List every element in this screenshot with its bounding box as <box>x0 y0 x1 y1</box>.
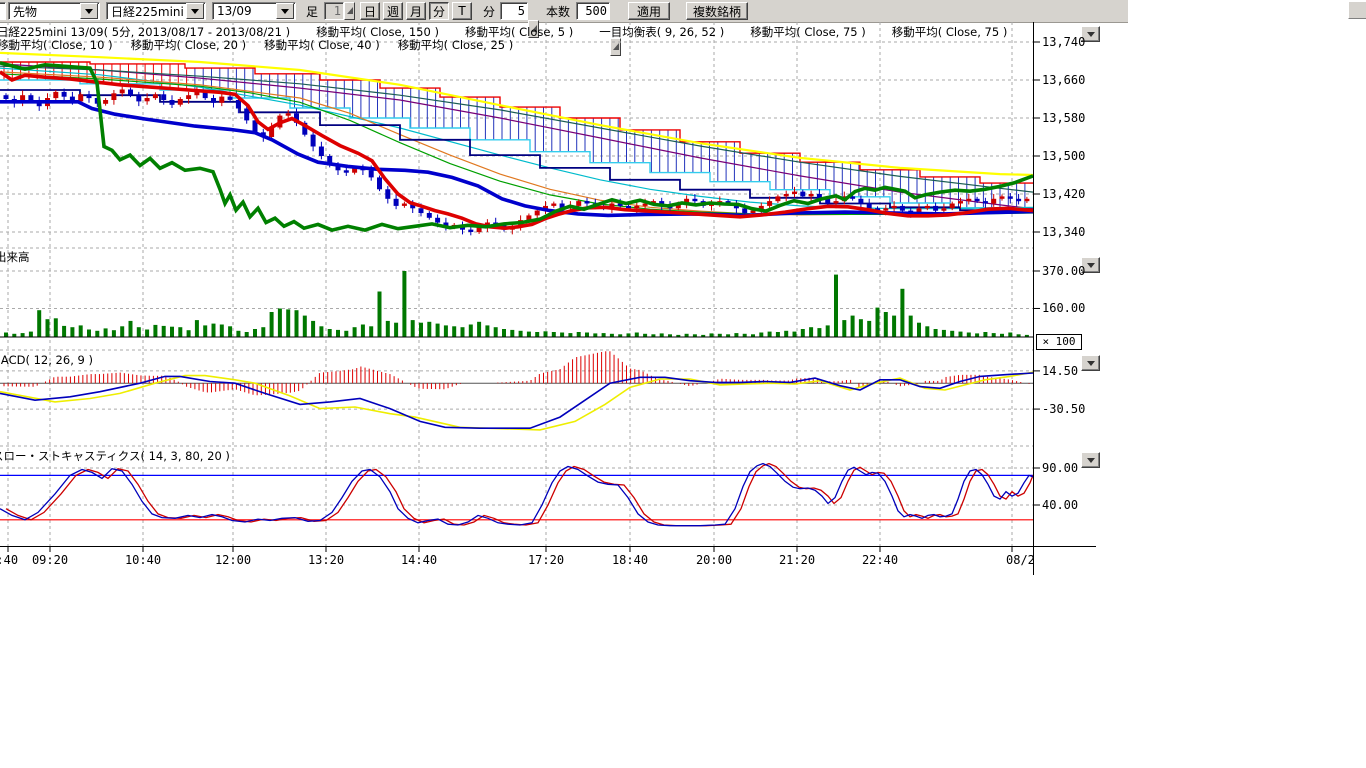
macd-label: MACD( 12, 26, 9 ) <box>0 353 93 367</box>
y-axis-tick-label: 370.00 <box>1042 264 1085 278</box>
y-axis-tick-label: 13,580 <box>1042 111 1085 125</box>
x-axis-tick-label: 10:40 <box>121 553 165 568</box>
x-axis-tick-label: 18:40 <box>608 553 652 568</box>
y-axis-tick-label: 13,340 <box>1042 225 1085 239</box>
chevron-down-icon <box>1087 458 1095 463</box>
y-axis-tick-label: 13,660 <box>1042 73 1085 87</box>
legend-item: 移動平均( Close, 40 ) <box>264 37 380 53</box>
stochastics-plot <box>0 464 1033 526</box>
x-axis-tick-label: 17:20 <box>524 553 568 568</box>
y-axis-tick-label: 160.00 <box>1042 301 1085 315</box>
legend-item: 移動平均( Close, 25 ) <box>398 37 514 53</box>
y-axis-tick-label: 13,420 <box>1042 187 1085 201</box>
stochastics-panel-menu-button[interactable] <box>1081 452 1100 468</box>
chevron-down-icon <box>1087 263 1095 268</box>
y-axis-tick-label: -30.50 <box>1042 402 1085 416</box>
multiplier-badge: × 100 <box>1036 334 1082 350</box>
y-axis-tick-label: 13,740 <box>1042 35 1085 49</box>
chart-canvas <box>0 0 1366 768</box>
y-axis-tick-label: 14.50 <box>1042 364 1078 378</box>
chevron-down-icon <box>1087 32 1095 37</box>
x-axis-tick-label: 08:40 <box>0 553 20 568</box>
thick-overlay-lines <box>0 63 1033 230</box>
chart-legend-line2: 移動平均( Close, 10 ) 移動平均( Close, 20 ) 移動平均( … <box>0 37 513 53</box>
x-axis-tick-label: 20:00 <box>692 553 736 568</box>
y-axis-tick-label: 90.00 <box>1042 461 1078 475</box>
volume-label: 出来高 <box>0 249 30 265</box>
x-axis-tick-label: 22:40 <box>858 553 902 568</box>
horizontal-gridlines <box>0 42 1033 505</box>
x-axis-tick-label: 12:00 <box>211 553 255 568</box>
y-axis-tick-label: 13,500 <box>1042 149 1085 163</box>
legend-item: 移動平均( Close, 75 ) <box>892 24 1008 40</box>
x-axis-tick-label: 08/20 <box>1006 553 1033 568</box>
macd-panel-menu-button[interactable] <box>1081 355 1100 371</box>
x-axis-tick-label: 14:40 <box>397 553 441 568</box>
macd-plot <box>0 351 1033 430</box>
legend-item: 一目均衡表( 9, 26, 52 ) <box>599 24 724 40</box>
legend-item: 移動平均( Close, 20 ) <box>131 37 247 53</box>
y-axis-tick-label: 40.00 <box>1042 498 1078 512</box>
chevron-down-icon <box>1087 361 1095 366</box>
volume-bars <box>0 271 1033 337</box>
stochastics-label: スロー・ストキャスティクス( 14, 3, 80, 20 ) <box>0 448 230 464</box>
legend-item: 移動平均( Close, 10 ) <box>0 37 113 53</box>
x-axis-tick-label: 13:20 <box>304 553 348 568</box>
x-axis-tick-label: 21:20 <box>775 553 819 568</box>
chart-application-window: 先物 日経225mini 13/09 足 1 日 週 月 分 T 分 5 本数 … <box>0 0 1366 768</box>
legend-item: 移動平均( Close, 75 ) <box>750 24 866 40</box>
x-axis-tick-label: 09:20 <box>28 553 72 568</box>
